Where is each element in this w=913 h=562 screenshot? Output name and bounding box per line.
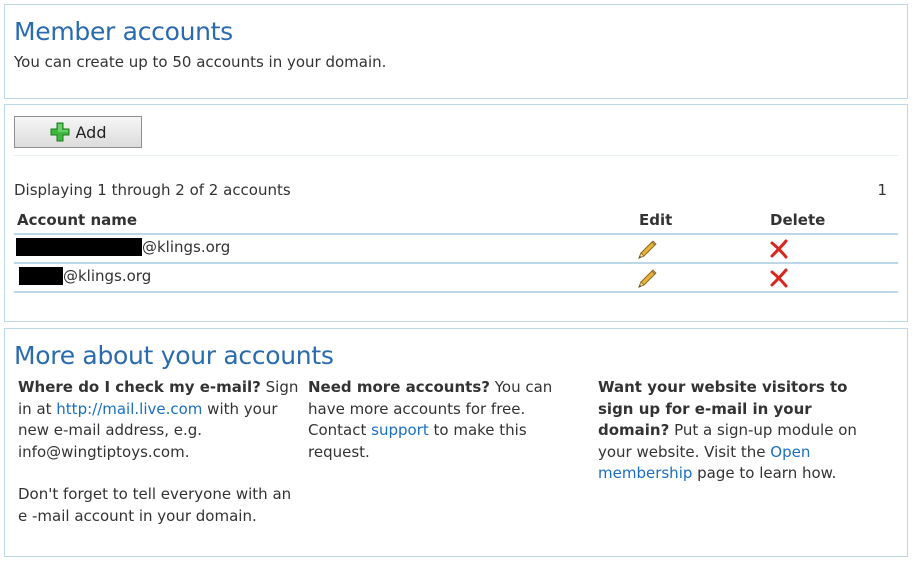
support-link[interactable]: support (371, 421, 429, 439)
redacted-block (19, 267, 63, 285)
info-paragraph: Where do I check my e-mail? Sign in at h… (18, 377, 304, 463)
account-domain: @klings.org (63, 267, 152, 285)
plus-icon (50, 122, 69, 142)
table-row: @klings.org (14, 235, 898, 263)
column-header-edit: Edit (639, 211, 673, 229)
divider (14, 155, 898, 156)
divider (14, 291, 898, 293)
info-paragraph: Don't forget to tell everyone with an e … (18, 485, 292, 525)
add-button-label: Add (75, 122, 107, 142)
redacted-block (16, 238, 142, 256)
add-account-button[interactable]: Add (14, 116, 142, 148)
info-question: Need more accounts? (308, 378, 490, 396)
column-header-account: Account name (17, 211, 138, 229)
account-name: @klings.org (16, 238, 230, 256)
display-count: Displaying 1 through 2 of 2 accounts (14, 181, 291, 199)
mail-live-link[interactable]: http://mail.live.com (56, 400, 202, 418)
info-column-signup: Want your website visitors to sign up fo… (598, 377, 888, 485)
page-number-link[interactable]: 1 (877, 181, 887, 199)
pencil-icon[interactable] (636, 268, 658, 290)
delete-icon[interactable] (769, 268, 789, 288)
delete-icon[interactable] (769, 239, 789, 259)
pencil-icon[interactable] (636, 239, 658, 261)
info-column-more-accounts: Need more accounts? You can have more ac… (308, 377, 586, 463)
more-info-panel: More about your accounts Where do I chec… (4, 328, 908, 557)
header-panel: Member accounts You can create up to 50 … (4, 4, 908, 99)
account-name: @klings.org (16, 267, 151, 285)
page-subtitle: You can create up to 50 accounts in your… (14, 53, 387, 71)
column-header-delete: Delete (770, 211, 826, 229)
accounts-panel: Add Displaying 1 through 2 of 2 accounts… (4, 104, 908, 322)
page-title: Member accounts (14, 17, 233, 46)
info-text: page to learn how. (692, 464, 837, 482)
info-question: Where do I check my e-mail? (18, 378, 261, 396)
section-title: More about your accounts (14, 341, 334, 370)
table-row: @klings.org (14, 264, 898, 292)
account-domain: @klings.org (142, 238, 231, 256)
info-column-check-email: Where do I check my e-mail? Sign in at h… (18, 377, 304, 527)
